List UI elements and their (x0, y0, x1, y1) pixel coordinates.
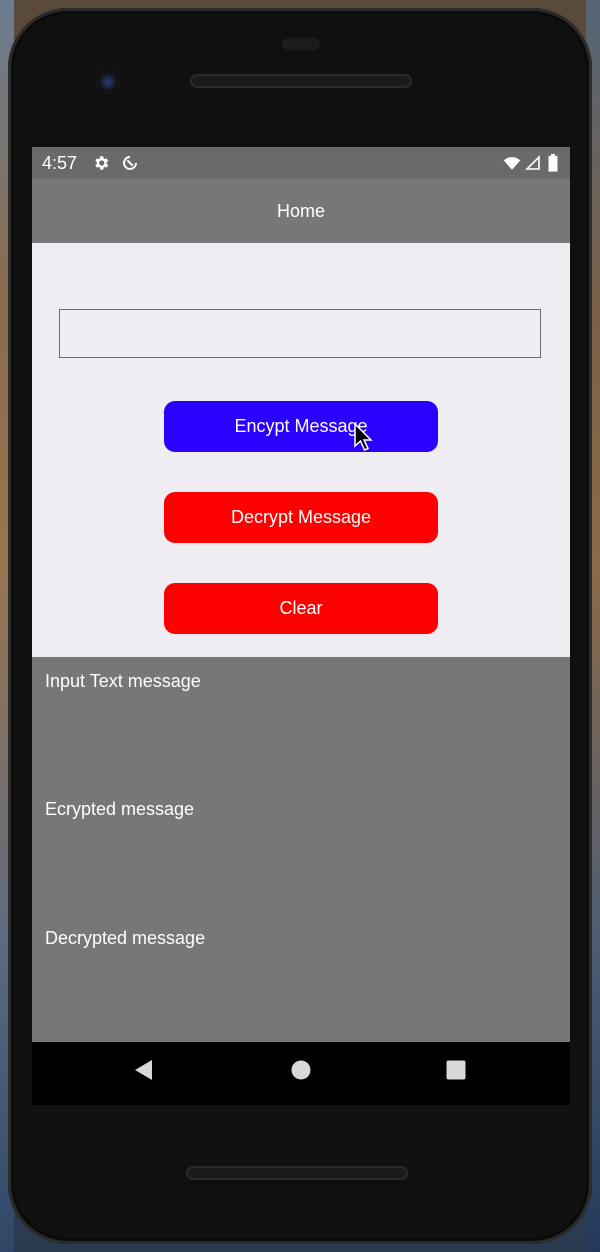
main-content: Encypt Message Decrypt Message Clear (32, 243, 570, 657)
home-icon[interactable] (289, 1058, 313, 1082)
decrypted-message-label: Decrypted message (45, 928, 206, 948)
mouse-pointer-icon (354, 423, 373, 451)
encrypt-message-button[interactable]: Encypt Message (164, 401, 438, 452)
gear-icon (95, 156, 109, 170)
navigation-bar (32, 1042, 570, 1105)
app-bar: Home (32, 179, 570, 243)
message-input[interactable] (59, 309, 541, 358)
front-camera-icon (96, 70, 120, 94)
wifi-icon (503, 157, 521, 170)
encrypt-button-label: Encypt Message (234, 416, 368, 436)
decrypt-button-label: Decrypt Message (230, 507, 372, 527)
recents-icon[interactable] (444, 1058, 468, 1082)
battery-icon (548, 154, 558, 172)
clear-button-label: Clear (279, 598, 323, 618)
decrypt-message-button[interactable]: Decrypt Message (164, 492, 438, 543)
page-title: Home (276, 200, 325, 221)
phone-screen: 4:57 Home Encypt Message Decrypt Message (32, 147, 570, 1105)
phone-sensor (282, 38, 320, 50)
cell-signal-icon (525, 155, 540, 170)
status-bar: 4:57 (32, 147, 570, 179)
input-text-label: Input Text message (45, 671, 201, 691)
clear-button[interactable]: Clear (164, 583, 438, 634)
earpiece-speaker (190, 74, 412, 88)
bottom-speaker (186, 1166, 408, 1180)
back-icon[interactable] (132, 1058, 156, 1082)
data-saver-icon (123, 155, 138, 170)
status-time: 4:57 (42, 153, 78, 173)
results-panel: Input Text message Ecrypted message Decr… (32, 657, 570, 1042)
encrypted-message-label: Ecrypted message (45, 799, 195, 819)
